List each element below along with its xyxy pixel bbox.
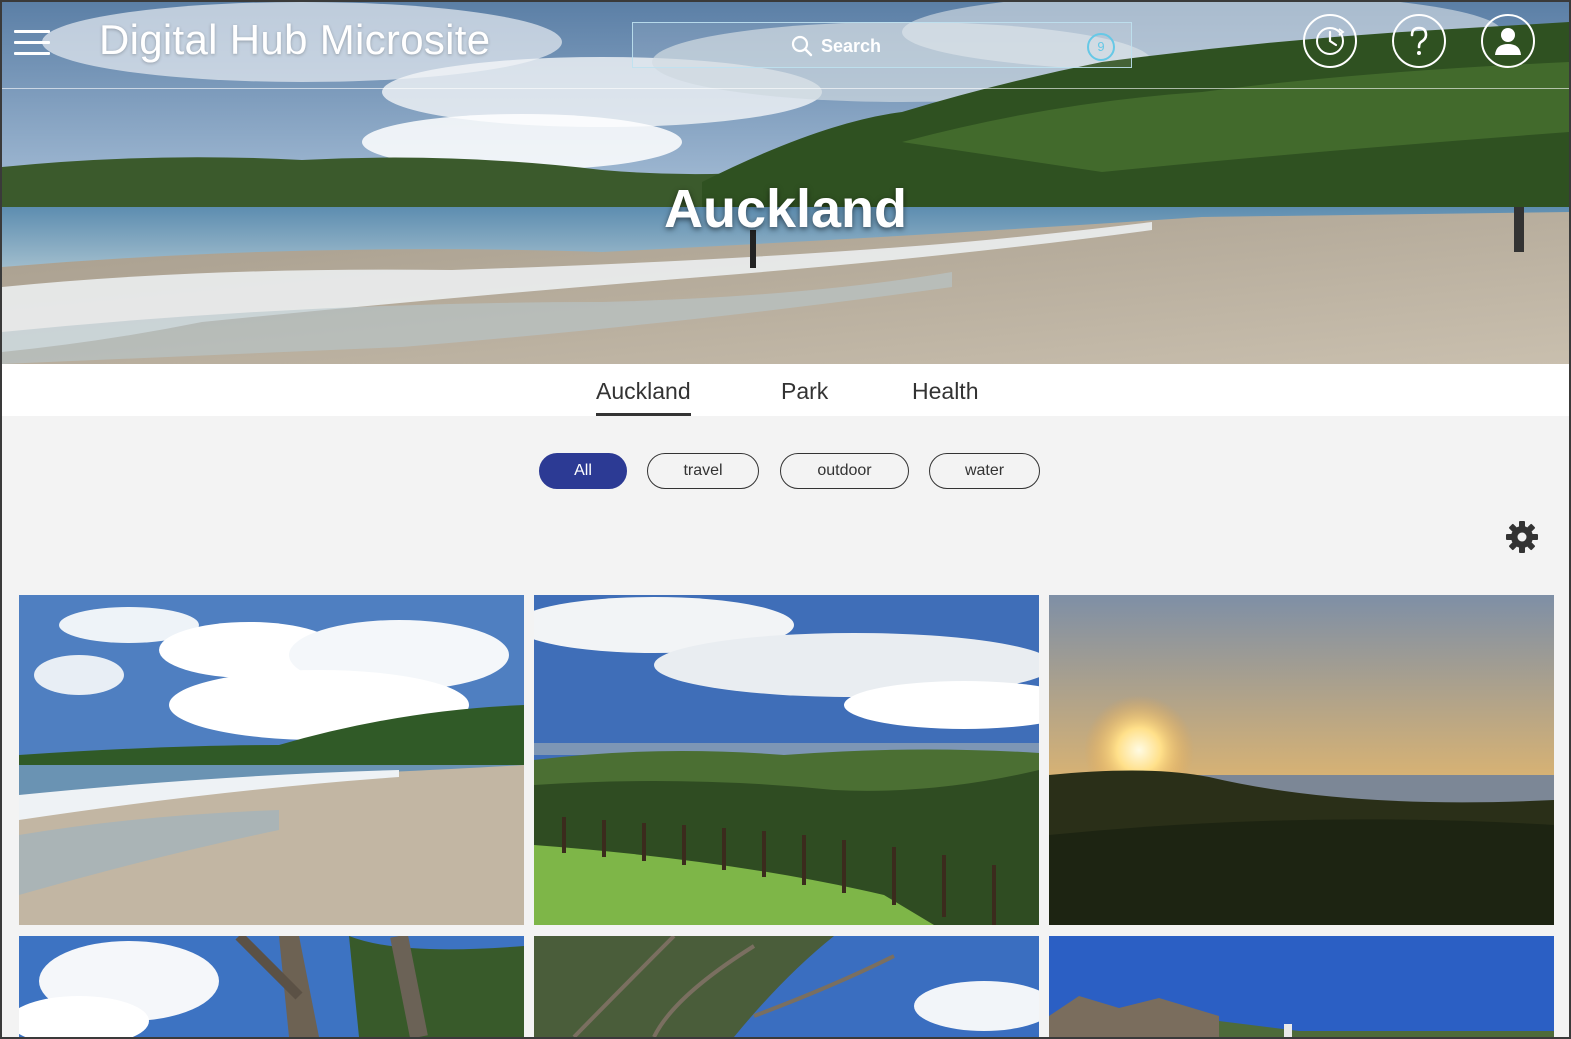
page-frame: Digital Hub Microsite Search 9 Auckland … [0, 0, 1571, 1039]
filter-all[interactable]: All [539, 453, 627, 489]
house-photo [1049, 936, 1554, 1037]
filter-travel[interactable]: travel [647, 453, 759, 489]
tab-park[interactable]: Park [781, 378, 828, 405]
history-button[interactable] [1303, 14, 1357, 68]
user-profile-icon [1495, 28, 1521, 55]
vineyard-photo [534, 595, 1039, 925]
gallery-tile-beach[interactable] [19, 595, 524, 925]
tab-auckland[interactable]: Auckland [596, 378, 691, 416]
tree-branches-photo [534, 936, 1039, 1037]
gallery-tile-vineyard[interactable] [534, 595, 1039, 925]
user-profile-button[interactable] [1481, 14, 1535, 68]
beach-photo [19, 595, 524, 925]
gallery-tile-house[interactable] [1049, 936, 1554, 1037]
filter-water[interactable]: water [929, 453, 1040, 489]
gallery-tile-tree[interactable] [19, 936, 524, 1037]
gear-icon[interactable] [1504, 519, 1540, 555]
gallery-tile-branches[interactable] [534, 936, 1039, 1037]
tree-photo [19, 936, 524, 1037]
category-tabs: Auckland Park Health [2, 364, 1569, 416]
tab-health[interactable]: Health [912, 378, 978, 405]
search-bar[interactable]: Search 9 [632, 22, 1132, 68]
gallery-tile-sunset[interactable] [1049, 595, 1554, 925]
filter-outdoor[interactable]: outdoor [780, 453, 909, 489]
search-count-badge: 9 [1087, 33, 1115, 61]
help-button[interactable] [1392, 14, 1446, 68]
hero-banner: Digital Hub Microsite Search 9 Auckland [2, 2, 1569, 364]
history-clock-icon [1316, 27, 1345, 55]
sunset-photo [1049, 595, 1554, 925]
help-question-icon [1410, 26, 1428, 55]
hero-title: Auckland [663, 179, 908, 239]
site-title[interactable]: Digital Hub Microsite [99, 16, 490, 64]
top-navigation-bar: Digital Hub Microsite Search 9 [2, 2, 1569, 89]
hamburger-menu-icon[interactable] [14, 30, 50, 58]
